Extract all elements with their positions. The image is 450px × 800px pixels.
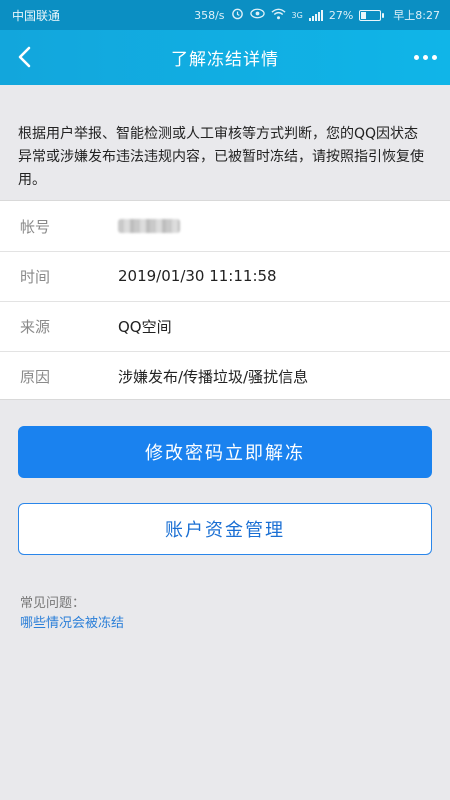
detail-row-time: 时间 2019/01/30 11:11:58 bbox=[0, 251, 450, 301]
eye-icon bbox=[249, 8, 265, 22]
back-button[interactable] bbox=[10, 42, 40, 72]
faq-link-freeze-reasons[interactable]: 哪些情况会被冻结 bbox=[20, 614, 124, 634]
network-speed: 358/s bbox=[194, 8, 225, 22]
signal-icon bbox=[308, 9, 323, 21]
faq-title: 常见问题： bbox=[20, 596, 86, 611]
chevron-left-icon bbox=[18, 46, 31, 68]
detail-value: 2019/01/30 11:11:58 bbox=[118, 267, 277, 285]
carrier-name: 中国联通 bbox=[12, 8, 61, 23]
freeze-details: 帐号 时间 2019/01/30 11:11:58 来源 QQ空间 原因 涉嫌发… bbox=[0, 200, 450, 400]
detail-label: 来源 bbox=[20, 317, 51, 336]
alarm-icon bbox=[231, 7, 244, 23]
change-password-unfreeze-button[interactable]: 修改密码立即解冻 bbox=[18, 426, 432, 478]
faq-section: 常见问题： 哪些情况会被冻结 bbox=[20, 594, 124, 634]
notice-text: 根据用户举报、智能检测或人工审核等方式判断，您的QQ因状态异常或涉嫌发布违法违规… bbox=[18, 126, 424, 188]
freeze-notice: 根据用户举报、智能检测或人工审核等方式判断，您的QQ因状态异常或涉嫌发布违法违规… bbox=[0, 85, 450, 200]
detail-label: 原因 bbox=[20, 367, 51, 386]
detail-row-reason: 原因 涉嫌发布/传播垃圾/骚扰信息 bbox=[0, 351, 450, 401]
more-dots-icon bbox=[413, 54, 437, 60]
wifi-icon bbox=[271, 8, 286, 23]
account-funds-management-button[interactable]: 账户资金管理 bbox=[18, 503, 432, 555]
detail-value: QQ空间 bbox=[118, 317, 172, 336]
detail-label: 时间 bbox=[20, 267, 51, 286]
detail-label: 帐号 bbox=[20, 217, 51, 236]
detail-row-account: 帐号 bbox=[0, 201, 450, 251]
network-type: 3G bbox=[291, 10, 303, 20]
battery-percent: 27% bbox=[328, 8, 354, 22]
account-number-redacted bbox=[118, 219, 180, 233]
battery-icon bbox=[359, 9, 385, 21]
status-indicators: 358/s 3G 27% 早上8:27 bbox=[194, 7, 440, 23]
page-title: 了解冻结详情 bbox=[171, 50, 279, 70]
clock-time: 早上8:27 bbox=[393, 9, 440, 22]
navigation-bar: 了解冻结详情 bbox=[0, 30, 450, 85]
more-button[interactable] bbox=[410, 44, 440, 70]
detail-row-source: 来源 QQ空间 bbox=[0, 301, 450, 351]
status-bar: 中国联通 358/s 3G 27% 早上8:27 bbox=[0, 0, 450, 30]
detail-value: 涉嫌发布/传播垃圾/骚扰信息 bbox=[118, 367, 309, 386]
